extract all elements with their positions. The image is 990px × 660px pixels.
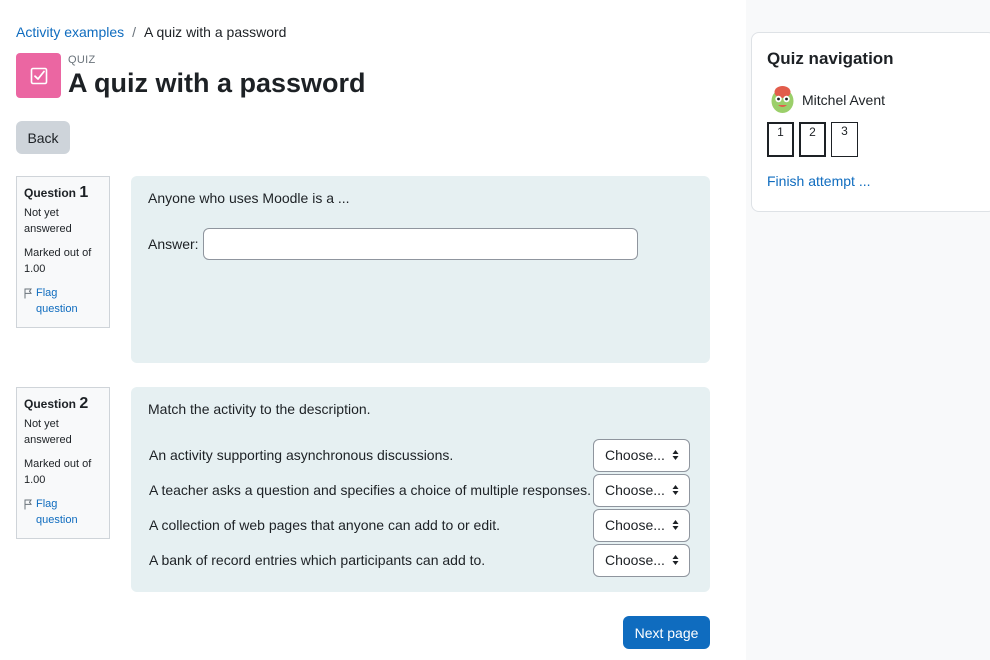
match-stem: An activity supporting asynchronous disc… (149, 447, 454, 463)
quiz-icon (16, 53, 61, 98)
main-region: Activity examples / A quiz with a passwo… (0, 0, 746, 660)
answer-input[interactable] (202, 228, 638, 260)
question-1-content: Anyone who uses Moodle is a ... (131, 176, 710, 363)
select-value: Choose... (605, 552, 665, 568)
flag-question-link[interactable]: Flag question (24, 496, 102, 528)
match-stem: A teacher asks a question and specifies … (149, 482, 592, 498)
flag-icon (24, 499, 32, 510)
select-caret-icon (672, 554, 679, 565)
select-caret-icon (672, 449, 679, 460)
quiz-navigation-title: Quiz navigation (767, 49, 894, 68)
question-1-info: Question 1 Not yet answered Marked out o… (16, 176, 110, 328)
back-button[interactable]: Back (16, 121, 70, 154)
question-number-value: 1 (79, 184, 89, 201)
question-number: Question 1 (24, 185, 102, 201)
avatar (771, 86, 794, 113)
quiz-nav-button-2[interactable]: 2 (799, 122, 826, 157)
match-select[interactable]: Choose... (593, 438, 690, 472)
answer-label: Answer: (148, 236, 199, 252)
activity-type-label: QUIZ (68, 54, 96, 66)
match-select[interactable]: Choose... (593, 543, 690, 577)
breadcrumb-current: A quiz with a password (144, 24, 287, 40)
flag-question-link[interactable]: Flag question (24, 285, 102, 317)
breadcrumb-separator: / (132, 24, 137, 40)
question-grade: Marked out of 1.00 (24, 458, 92, 486)
select-caret-icon (672, 484, 679, 495)
match-stem: A bank of record entries which participa… (149, 552, 486, 568)
question-text: Anyone who uses Moodle is a ... (148, 190, 350, 206)
quiz-navigation-block: Quiz navigation Mitchel Avent 1 2 3 Fini… (751, 32, 990, 212)
question-2-info: Question 2 Not yet answered Marked out o… (16, 387, 110, 539)
question-text: Match the activity to the description. (148, 401, 371, 417)
breadcrumb-link-activity-examples[interactable]: Activity examples (16, 24, 124, 40)
question-state: Not yet answered (24, 207, 72, 235)
question-number: Question 2 (24, 396, 102, 412)
finish-attempt-link[interactable]: Finish attempt ... (767, 173, 870, 189)
select-value: Choose... (605, 447, 665, 463)
page-title: A quiz with a password (68, 68, 366, 98)
question-label: Question (24, 186, 77, 200)
select-value: Choose... (605, 482, 665, 498)
match-stem: A collection of web pages that anyone ca… (149, 517, 501, 533)
match-row: A teacher asks a question and specifies … (149, 473, 690, 507)
next-page-button[interactable]: Next page (623, 616, 710, 649)
quiz-nav-button-1[interactable]: 1 (767, 122, 794, 157)
match-select[interactable]: Choose... (593, 508, 690, 542)
attempt-user: Mitchel Avent (767, 84, 885, 115)
match-row: An activity supporting asynchronous disc… (149, 438, 690, 472)
quiz-nav-button-3[interactable]: 3 (831, 122, 858, 157)
select-caret-icon (672, 519, 679, 530)
breadcrumb: Activity examples / A quiz with a passwo… (16, 24, 286, 40)
match-select[interactable]: Choose... (593, 473, 690, 507)
match-row: A collection of web pages that anyone ca… (149, 508, 690, 542)
question-grade: Marked out of 1.00 (24, 247, 92, 275)
question-number-value: 2 (79, 395, 89, 412)
select-value: Choose... (605, 517, 665, 533)
attempt-user-name: Mitchel Avent (802, 91, 886, 108)
question-state: Not yet answered (24, 418, 72, 446)
flag-question-label: Flag question (36, 287, 78, 315)
flag-icon (24, 288, 32, 299)
flag-question-label: Flag question (36, 498, 78, 526)
question-label: Question (24, 397, 77, 411)
match-row: A bank of record entries which participa… (149, 543, 690, 577)
answer-row: Answer: (148, 228, 638, 260)
